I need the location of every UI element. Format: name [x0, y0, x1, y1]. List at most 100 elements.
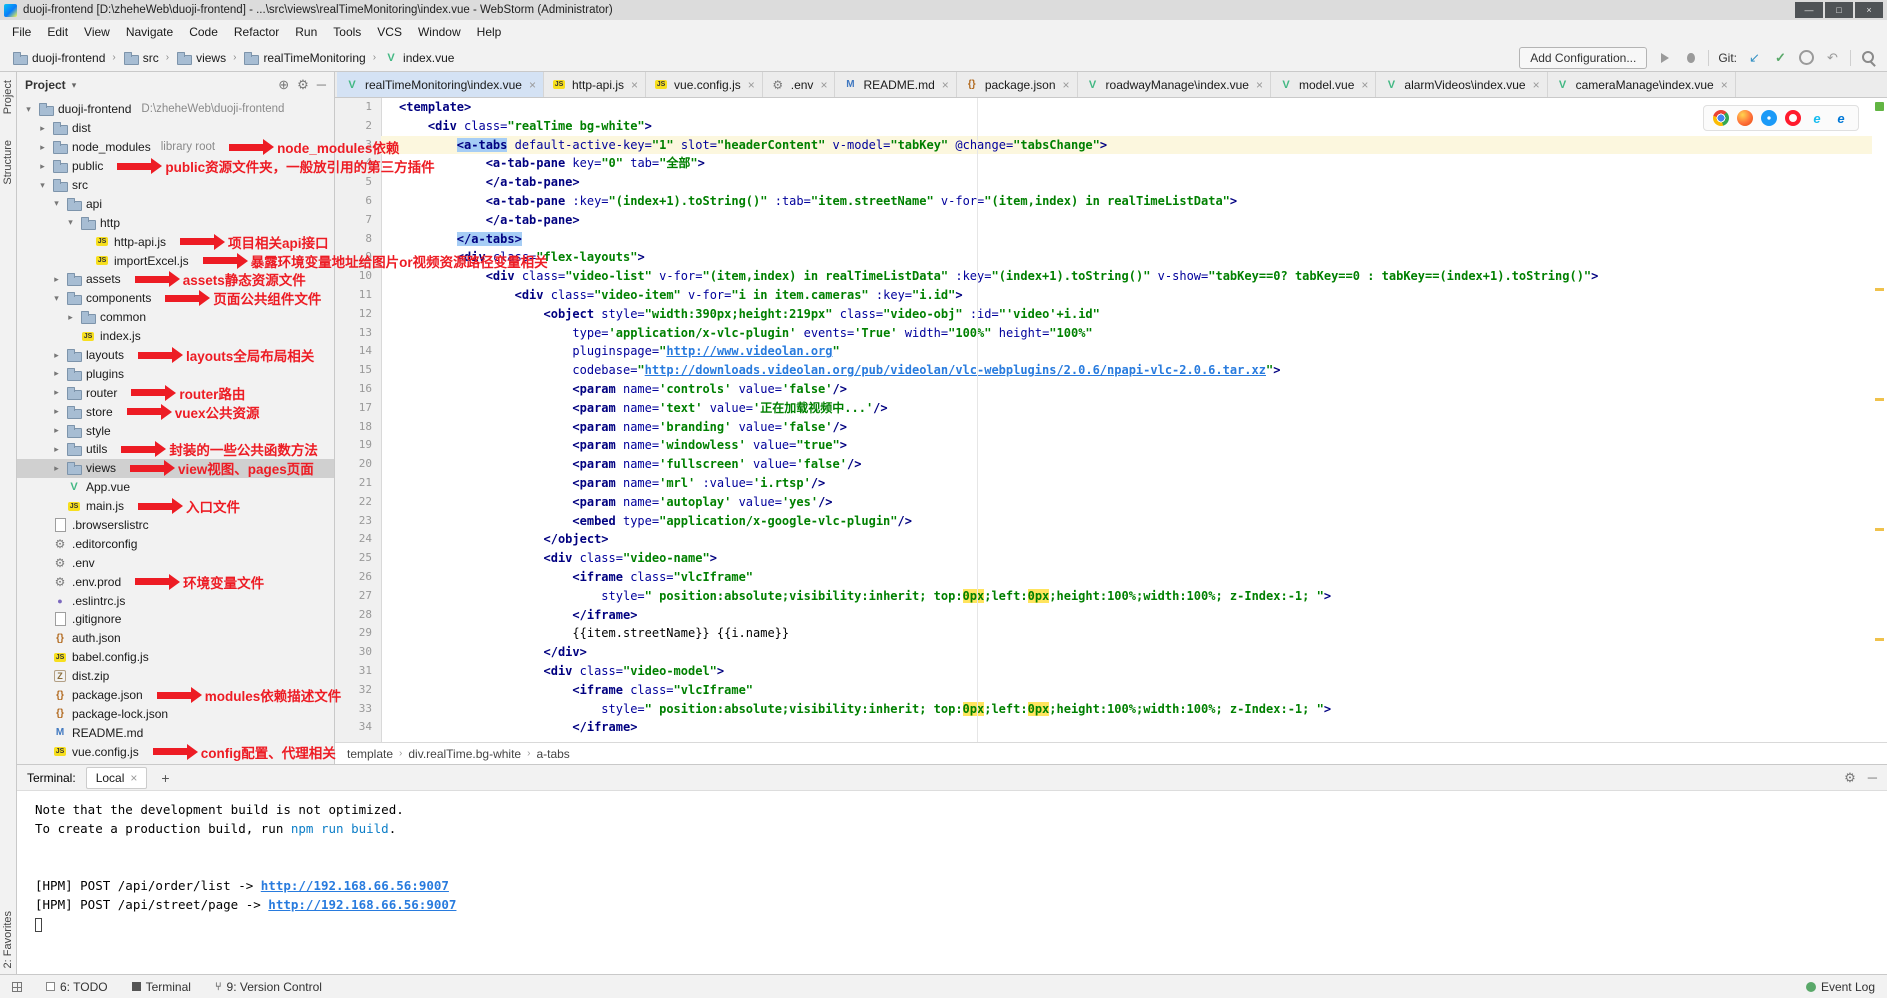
chevron-right-icon[interactable]: ▸ [37, 123, 48, 134]
project-panel-title[interactable]: Project [25, 78, 66, 92]
menu-navigate[interactable]: Navigate [118, 22, 181, 42]
chevron-right-icon[interactable]: ▸ [51, 444, 62, 455]
edge-icon[interactable]: e [1833, 110, 1849, 126]
code-line[interactable]: 21 <param name='mrl' :value='i.rtsp'/> [335, 474, 1887, 493]
tree-item[interactable]: ▸node_moduleslibrary rootnode_modules依赖 [17, 138, 334, 157]
editor-tab[interactable]: .env× [763, 72, 836, 97]
chevron-right-icon[interactable]: ▸ [37, 142, 48, 153]
code-editor[interactable]: 1<template>2 <div class="realTime bg-whi… [335, 98, 1887, 742]
tree-item[interactable]: .env.prod环境变量文件 [17, 572, 334, 591]
menu-help[interactable]: Help [469, 22, 510, 42]
stripe-mark[interactable] [1875, 528, 1884, 531]
tool-window-button-project[interactable]: Project [2, 80, 14, 114]
editor-tab[interactable]: realTimeMonitoring\index.vue× [337, 72, 544, 97]
debug-icon[interactable] [1682, 49, 1699, 66]
code-line[interactable]: 19 <param name='windowless' value="true"… [335, 436, 1887, 455]
code-line[interactable]: 34 </iframe> [335, 718, 1887, 737]
tree-item[interactable]: ▸dist [17, 119, 334, 138]
code-line[interactable]: 1<template> [335, 98, 1887, 117]
stripe-mark[interactable] [1875, 638, 1884, 641]
git-update-icon[interactable] [1746, 49, 1763, 66]
tree-item[interactable]: vue.config.jsconfig配置、代理相关 [17, 742, 334, 761]
chevron-right-icon[interactable]: ▸ [51, 387, 62, 398]
code-line[interactable]: 28 </iframe> [335, 606, 1887, 625]
code-line[interactable]: 9 <div class="flex-layouts"> [335, 248, 1887, 267]
chevron-down-icon[interactable]: ▾ [72, 80, 77, 91]
breadcrumb-item[interactable]: index.vue [381, 49, 456, 67]
chevron-right-icon[interactable]: ▸ [51, 406, 62, 417]
terminal-link[interactable]: http://192.168.66.56:9007 [261, 878, 449, 893]
close-icon[interactable]: × [529, 78, 536, 92]
tree-item[interactable]: .browserslistrc [17, 516, 334, 535]
editor-breadcrumb-item[interactable]: template [347, 747, 393, 761]
editor-tab[interactable]: http-api.js× [544, 72, 646, 97]
maximize-button[interactable]: □ [1825, 2, 1853, 18]
code-line[interactable]: 31 <div class="video-model"> [335, 662, 1887, 681]
close-icon[interactable]: × [130, 771, 137, 785]
tree-item[interactable]: .eslintrc.js [17, 591, 334, 610]
breadcrumb-item[interactable]: realTimeMonitoring [241, 49, 367, 67]
tree-item[interactable]: ▸common [17, 308, 334, 327]
chevron-down-icon[interactable]: ▾ [51, 198, 62, 209]
history-icon[interactable] [1798, 49, 1815, 66]
code-line[interactable]: 17 <param name='text' value='正在加载视频中...'… [335, 399, 1887, 418]
tree-item[interactable]: ▸layoutslayouts全局布局相关 [17, 346, 334, 365]
code-line[interactable]: 24 </object> [335, 530, 1887, 549]
chevron-right-icon[interactable]: ▸ [51, 274, 62, 285]
tree-item[interactable]: ▾duoji-frontendD:\zheheWeb\duoji-fronten… [17, 100, 334, 119]
code-line[interactable]: 2 <div class="realTime bg-white"> [335, 117, 1887, 136]
code-line[interactable]: 13 type='application/x-vlc-plugin' event… [335, 324, 1887, 343]
error-stripe[interactable] [1872, 98, 1887, 742]
tree-item[interactable]: .env [17, 553, 334, 572]
code-line[interactable]: 12 <object style="width:390px;height:219… [335, 305, 1887, 324]
code-line[interactable]: 6 <a-tab-pane :key="(index+1).toString()… [335, 192, 1887, 211]
tree-item[interactable]: auth.json [17, 629, 334, 648]
close-icon[interactable]: × [1533, 78, 1540, 92]
terminal-link[interactable]: http://192.168.66.56:9007 [268, 897, 456, 912]
code-line[interactable]: 14 pluginspage="http://www.videolan.org" [335, 342, 1887, 361]
tree-item[interactable]: ▸plugins [17, 364, 334, 383]
code-line[interactable]: 26 <iframe class="vlcIframe" [335, 568, 1887, 587]
editor-tab[interactable]: README.md× [835, 72, 956, 97]
hide-panel-icon[interactable]: ─ [317, 77, 326, 93]
chevron-right-icon[interactable]: ▸ [65, 312, 76, 323]
tool-windows-grid-icon[interactable] [12, 982, 22, 992]
editor-tab[interactable]: model.vue× [1271, 72, 1376, 97]
code-line[interactable]: 11 <div class="video-item" v-for="i in i… [335, 286, 1887, 305]
close-icon[interactable]: × [1256, 78, 1263, 92]
menu-file[interactable]: File [4, 22, 39, 42]
tree-item[interactable]: ▸storevuex公共资源 [17, 402, 334, 421]
tree-item[interactable]: README.md [17, 723, 334, 742]
code-line[interactable]: 30 </div> [335, 643, 1887, 662]
gear-icon[interactable]: ⚙ [297, 77, 309, 93]
code-line[interactable]: 4 <a-tab-pane key="0" tab="全部"> [335, 154, 1887, 173]
close-icon[interactable]: × [748, 78, 755, 92]
menu-run[interactable]: Run [287, 22, 325, 42]
close-button[interactable]: × [1855, 2, 1883, 18]
code-line[interactable]: 23 <embed type="application/x-google-vlc… [335, 512, 1887, 531]
menu-vcs[interactable]: VCS [369, 22, 410, 42]
tool-window-button-structure[interactable]: Structure [2, 140, 14, 185]
chevron-down-icon[interactable]: ▾ [51, 293, 62, 304]
editor-tab[interactable]: alarmVideos\index.vue× [1376, 72, 1547, 97]
tree-item[interactable]: ▾api [17, 194, 334, 213]
locate-icon[interactable]: ⊕ [278, 77, 289, 93]
stripe-mark[interactable] [1875, 288, 1884, 291]
terminal-tab[interactable]: Local× [86, 767, 148, 789]
tree-item[interactable]: .gitignore [17, 610, 334, 629]
tree-item[interactable]: ▾http [17, 213, 334, 232]
chevron-right-icon[interactable]: ▸ [37, 161, 48, 172]
breadcrumb-item[interactable]: views [174, 49, 228, 67]
chrome-icon[interactable] [1713, 110, 1729, 126]
code-line[interactable]: 18 <param name='branding' value='false'/… [335, 418, 1887, 437]
code-line[interactable]: 22 <param name='autoplay' value='yes'/> [335, 493, 1887, 512]
tree-item[interactable]: dist.zip [17, 667, 334, 686]
tree-item[interactable]: index.js [17, 327, 334, 346]
breadcrumb-item[interactable]: src [121, 49, 161, 67]
chevron-right-icon[interactable]: ▸ [51, 463, 62, 474]
close-icon[interactable]: × [1361, 78, 1368, 92]
chevron-down-icon[interactable]: ▾ [37, 180, 48, 191]
tree-item[interactable]: ▸assetsassets静态资源文件 [17, 270, 334, 289]
tree-item[interactable]: babel.config.js [17, 648, 334, 667]
code-line[interactable]: 25 <div class="video-name"> [335, 549, 1887, 568]
